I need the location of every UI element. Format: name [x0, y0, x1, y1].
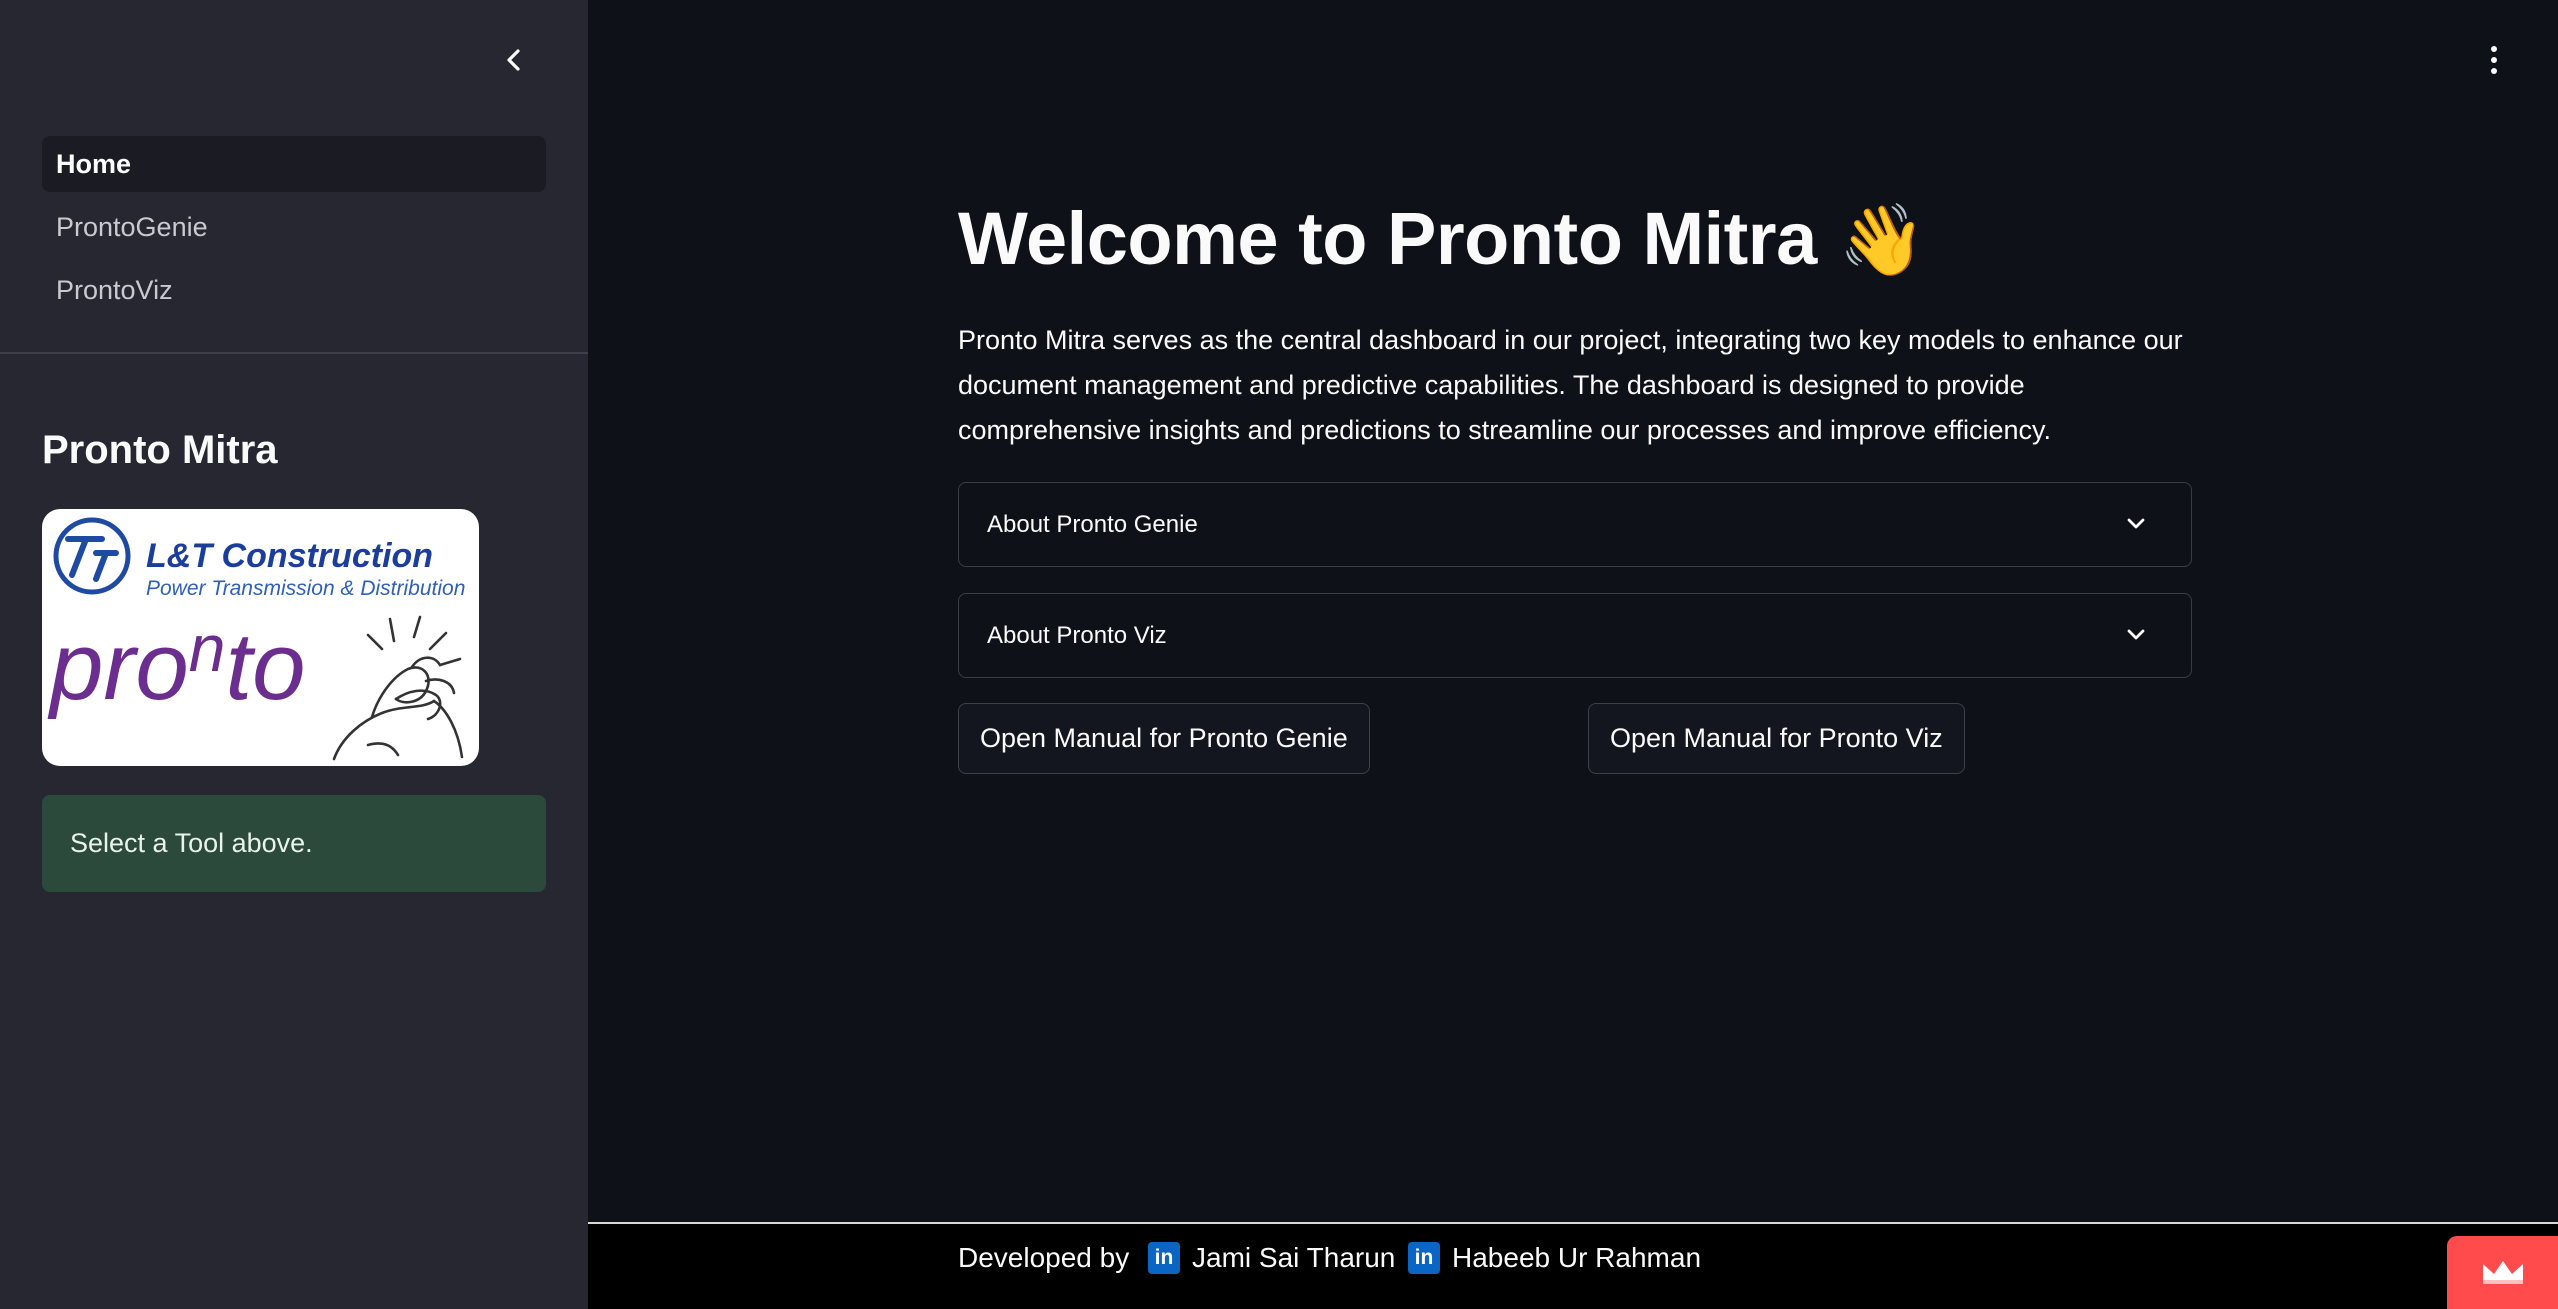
kebab-menu-icon	[2491, 46, 2497, 52]
lt-emblem-icon	[53, 517, 131, 595]
logo-wordmark-c: to	[225, 613, 305, 720]
footer: Developed by in Jami Sai Tharun in Habee…	[588, 1224, 2558, 1309]
open-manual-genie-button[interactable]: Open Manual for Pronto Genie	[958, 703, 1370, 774]
open-manual-viz-button[interactable]: Open Manual for Pronto Viz	[1588, 703, 1965, 774]
logo-wordmark-a: pro	[47, 613, 189, 720]
chevron-down-icon	[2127, 629, 2145, 640]
snapping-hand-icon	[332, 615, 464, 761]
chevron-left-icon	[507, 49, 520, 71]
expander-about-pronto-genie[interactable]: About Pronto Genie	[958, 482, 2192, 567]
chevron-down-icon	[2127, 518, 2145, 529]
sidebar-divider	[0, 352, 588, 354]
nav-item-prontoviz[interactable]: ProntoViz	[42, 262, 546, 318]
logo-brand-line2: Power Transmission & Distribution	[146, 577, 465, 600]
expander-label: About Pronto Genie	[987, 511, 1198, 538]
expander-label: About Pronto Viz	[987, 622, 1167, 649]
sidebar-nav: Home ProntoGenie ProntoViz	[42, 136, 546, 325]
sidebar: Home ProntoGenie ProntoViz Pronto Mitra …	[0, 0, 588, 1309]
developer-name: Habeeb Ur Rahman	[1452, 1242, 1702, 1273]
expander-about-pronto-viz[interactable]: About Pronto Viz	[958, 593, 2192, 678]
logo-brand-line1: L&T Construction	[146, 537, 433, 575]
nav-item-prontogenie[interactable]: ProntoGenie	[42, 199, 546, 255]
info-message: Select a Tool above.	[42, 795, 546, 892]
streamlit-badge[interactable]	[2447, 1236, 2558, 1309]
pronto-logo: L&T Construction Power Transmission & Di…	[42, 509, 479, 766]
developer-link-habeeb[interactable]: in Habeeb Ur Rahman	[1408, 1238, 1701, 1278]
developer-name: Jami Sai Tharun	[1192, 1242, 1396, 1273]
waving-hand-icon: 👋	[1838, 199, 1926, 281]
developer-link-jami[interactable]: in Jami Sai Tharun	[1148, 1238, 1395, 1278]
developed-by-label: Developed by	[958, 1242, 1130, 1273]
main-menu-button[interactable]	[2476, 40, 2512, 80]
nav-item-home[interactable]: Home	[42, 136, 546, 192]
page-title-text: Welcome to Pronto Mitra	[958, 197, 1817, 280]
page-title: Welcome to Pronto Mitra 👋	[958, 196, 1926, 282]
linkedin-icon: in	[1408, 1242, 1440, 1274]
linkedin-icon: in	[1148, 1242, 1180, 1274]
page-description: Pronto Mitra serves as the central dashb…	[958, 325, 2183, 445]
sidebar-title: Pronto Mitra	[42, 428, 278, 472]
collapse-sidebar-button[interactable]	[498, 44, 530, 76]
crown-icon	[2482, 1260, 2523, 1284]
logo-wordmark-b: n	[189, 611, 226, 685]
svg-text:pronto: pronto	[47, 611, 306, 720]
